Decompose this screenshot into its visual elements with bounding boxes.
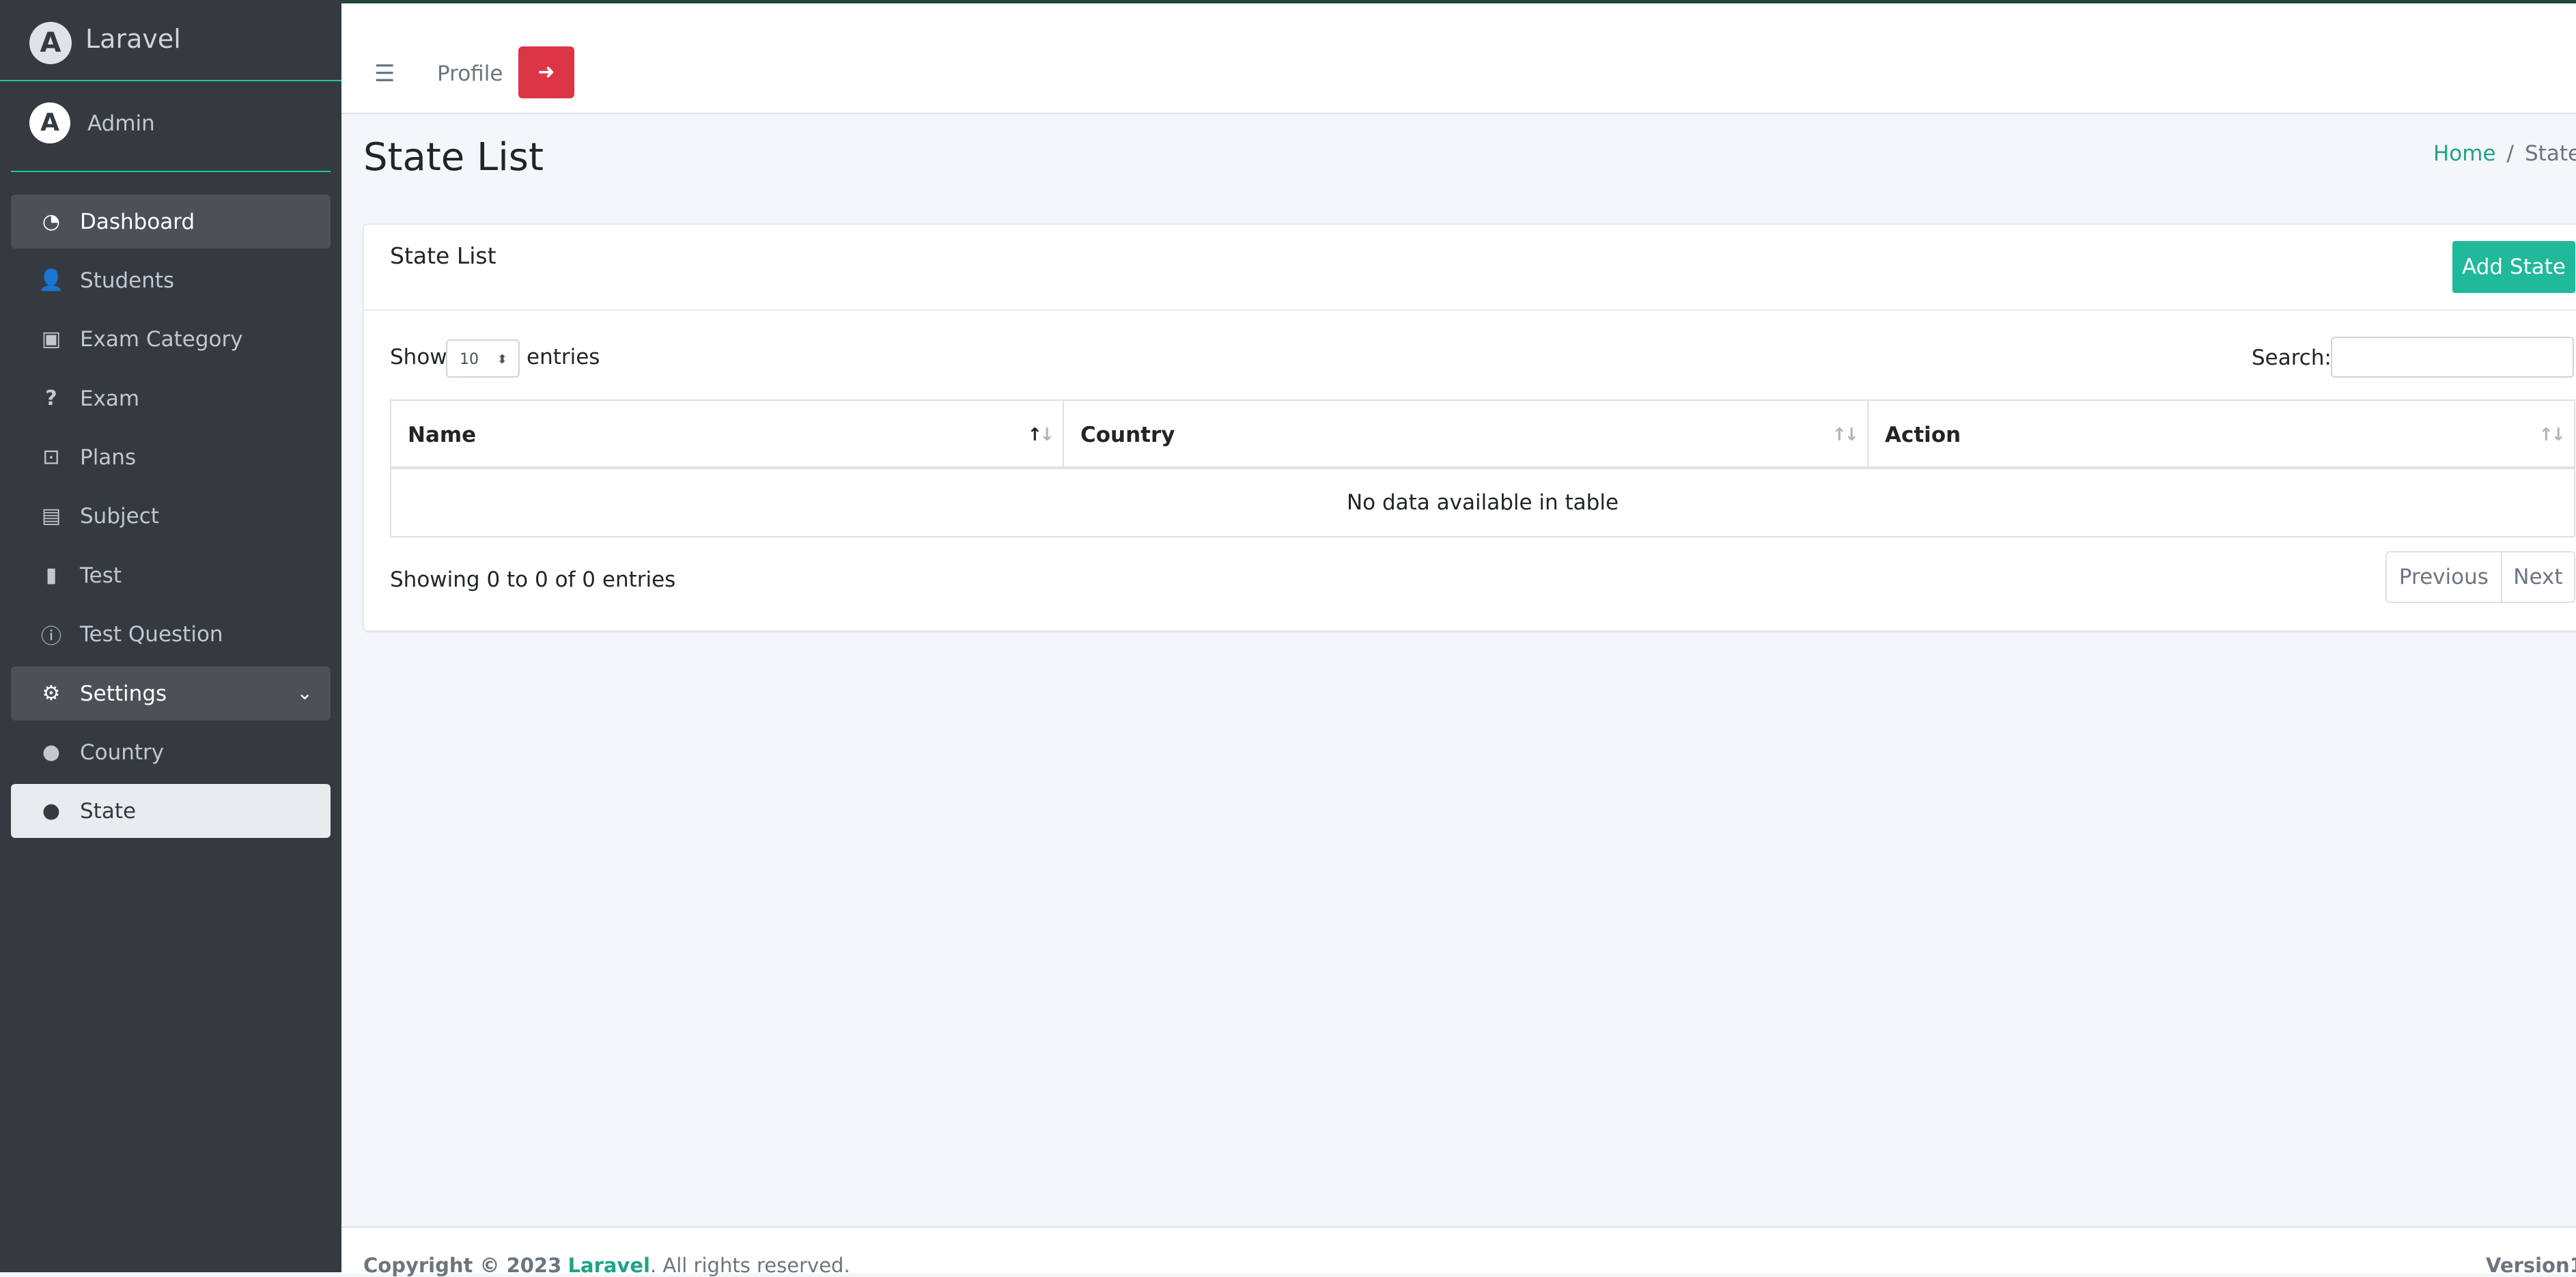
sidebar-item-label: State [80,798,137,824]
breadcrumb-home-link[interactable]: Home [2433,141,2496,166]
column-header-label: Country [1080,423,1175,447]
footer: Copyright © 2023 Laravel. All rights res… [341,1226,2576,1277]
tachometer-icon: ◔ [42,210,61,234]
show-label: Show [390,345,447,369]
sidebar-item-label: Test Question [80,621,223,647]
sidebar-item-state[interactable]: ● State [11,784,331,838]
footer-version: Version1 ( [2486,1254,2576,1277]
copyright-prefix: Copyright © 2023 [363,1254,562,1277]
sidebar-item-country[interactable]: ● Country [11,725,331,779]
sidebar-item-subject[interactable]: ▤ Subject [11,489,331,543]
brand-logo: A [29,22,72,64]
sidebar-item-test-question[interactable]: ⓘ Test Question [11,607,331,661]
sidebar-item-label: Country [80,740,165,765]
column-header-country[interactable]: Country ↑↓ [1064,401,1868,469]
search-label: Search: [2252,346,2332,370]
sort-icon: ↑↓ [2538,425,2566,445]
breadcrumb: Home / State L [2433,141,2576,166]
sidebar-item-students[interactable]: 👤 Students [11,253,331,307]
sidebar-item-label: Dashboard [80,209,195,234]
sidebar-item-label: Plans [80,445,137,470]
sidebar-item-test[interactable]: ▮ Test [11,548,331,602]
chevron-down-icon: ⌄ [296,682,313,704]
sidebar-item-exam-category[interactable]: ▣ Exam Category [11,312,331,366]
next-page-button[interactable]: Next [2502,552,2574,602]
sidebar-item-plans[interactable]: ⊡ Plans [11,430,331,484]
column-header-label: Action [1885,423,1961,447]
question-circle-icon: ⓘ [41,624,61,649]
gear-icon: ⚙ [42,682,61,705]
sidebar-item-label: Exam [80,386,140,411]
avatar: A [29,102,70,143]
sidebar-item-label: Settings [80,681,167,706]
select-arrows-icon: ⬍ [496,352,507,367]
footer-laravel-link[interactable]: Laravel [568,1254,650,1277]
file-icon: ▮ [45,563,57,587]
pagination: Previous Next [2385,551,2575,603]
user-name[interactable]: Admin [87,111,155,136]
breadcrumb-separator: / [2506,141,2514,166]
entries-label: entries [527,345,600,369]
sidebar-item-label: Exam Category [80,326,243,352]
menu-toggle-icon[interactable]: ☰ [374,60,395,87]
sidebar-item-label: Subject [80,503,159,529]
sign-out-icon: ➜ [537,60,555,84]
column-header-label: Name [408,423,477,447]
page-length-value: 10 [460,351,479,368]
previous-page-button[interactable]: Previous [2387,552,2502,602]
search-input[interactable] [2331,337,2574,378]
column-header-action[interactable]: Action ↑↓ [1868,401,2574,469]
empty-table-message: No data available in table [1346,490,1619,515]
states-table: Name ↑↓ Country ↑↓ Action ↑↓ No data ava… [390,399,2575,537]
object-group-icon: ⊡ [42,445,60,469]
card-title: State List [390,242,496,269]
logout-button[interactable]: ➜ [518,46,574,98]
user-panel: A Admin [11,82,331,172]
sort-ascending-icon: ↑↓ [1027,425,1054,445]
sidebar-item-exam[interactable]: ? Exam [11,371,331,425]
sidebar-item-label: Students [80,268,175,293]
add-state-button[interactable]: Add State [2452,241,2575,293]
sidebar: A Laravel A Admin ◔ Dashboard 👤 Students… [0,0,341,1272]
calendar-check-icon: ▣ [41,327,61,351]
sidebar-item-settings[interactable]: ⚙ Settings ⌄ [11,666,331,720]
sidebar-item-dashboard[interactable]: ◔ Dashboard [11,195,331,249]
brand-link[interactable]: A Laravel [0,3,341,81]
column-header-name[interactable]: Name ↑↓ [391,401,1064,469]
profile-link[interactable]: Profile [437,61,503,86]
card-header: State List Add State [364,225,2576,311]
sidebar-item-label: Test [80,563,122,588]
table-info: Showing 0 to 0 of 0 entries [390,567,676,592]
book-icon: ▤ [41,504,61,528]
page-title: State List [363,135,544,180]
top-navbar [341,3,2576,114]
breadcrumb-current: State L [2525,141,2576,166]
state-list-card: State List Add State Show 10 ⬍ entries S… [363,224,2576,631]
footer-copyright: Copyright © 2023 Laravel. All rights res… [363,1254,850,1277]
globe-icon: ● [42,740,61,764]
sort-icon: ↑↓ [1832,425,1859,445]
brand-name: Laravel [85,24,181,54]
user-graduate-icon: 👤 [38,268,64,292]
globe-icon: ● [42,799,61,823]
copyright-suffix: . All rights reserved. [649,1254,850,1277]
page-length-select[interactable]: 10 ⬍ [446,339,520,378]
question-icon: ? [45,387,57,410]
